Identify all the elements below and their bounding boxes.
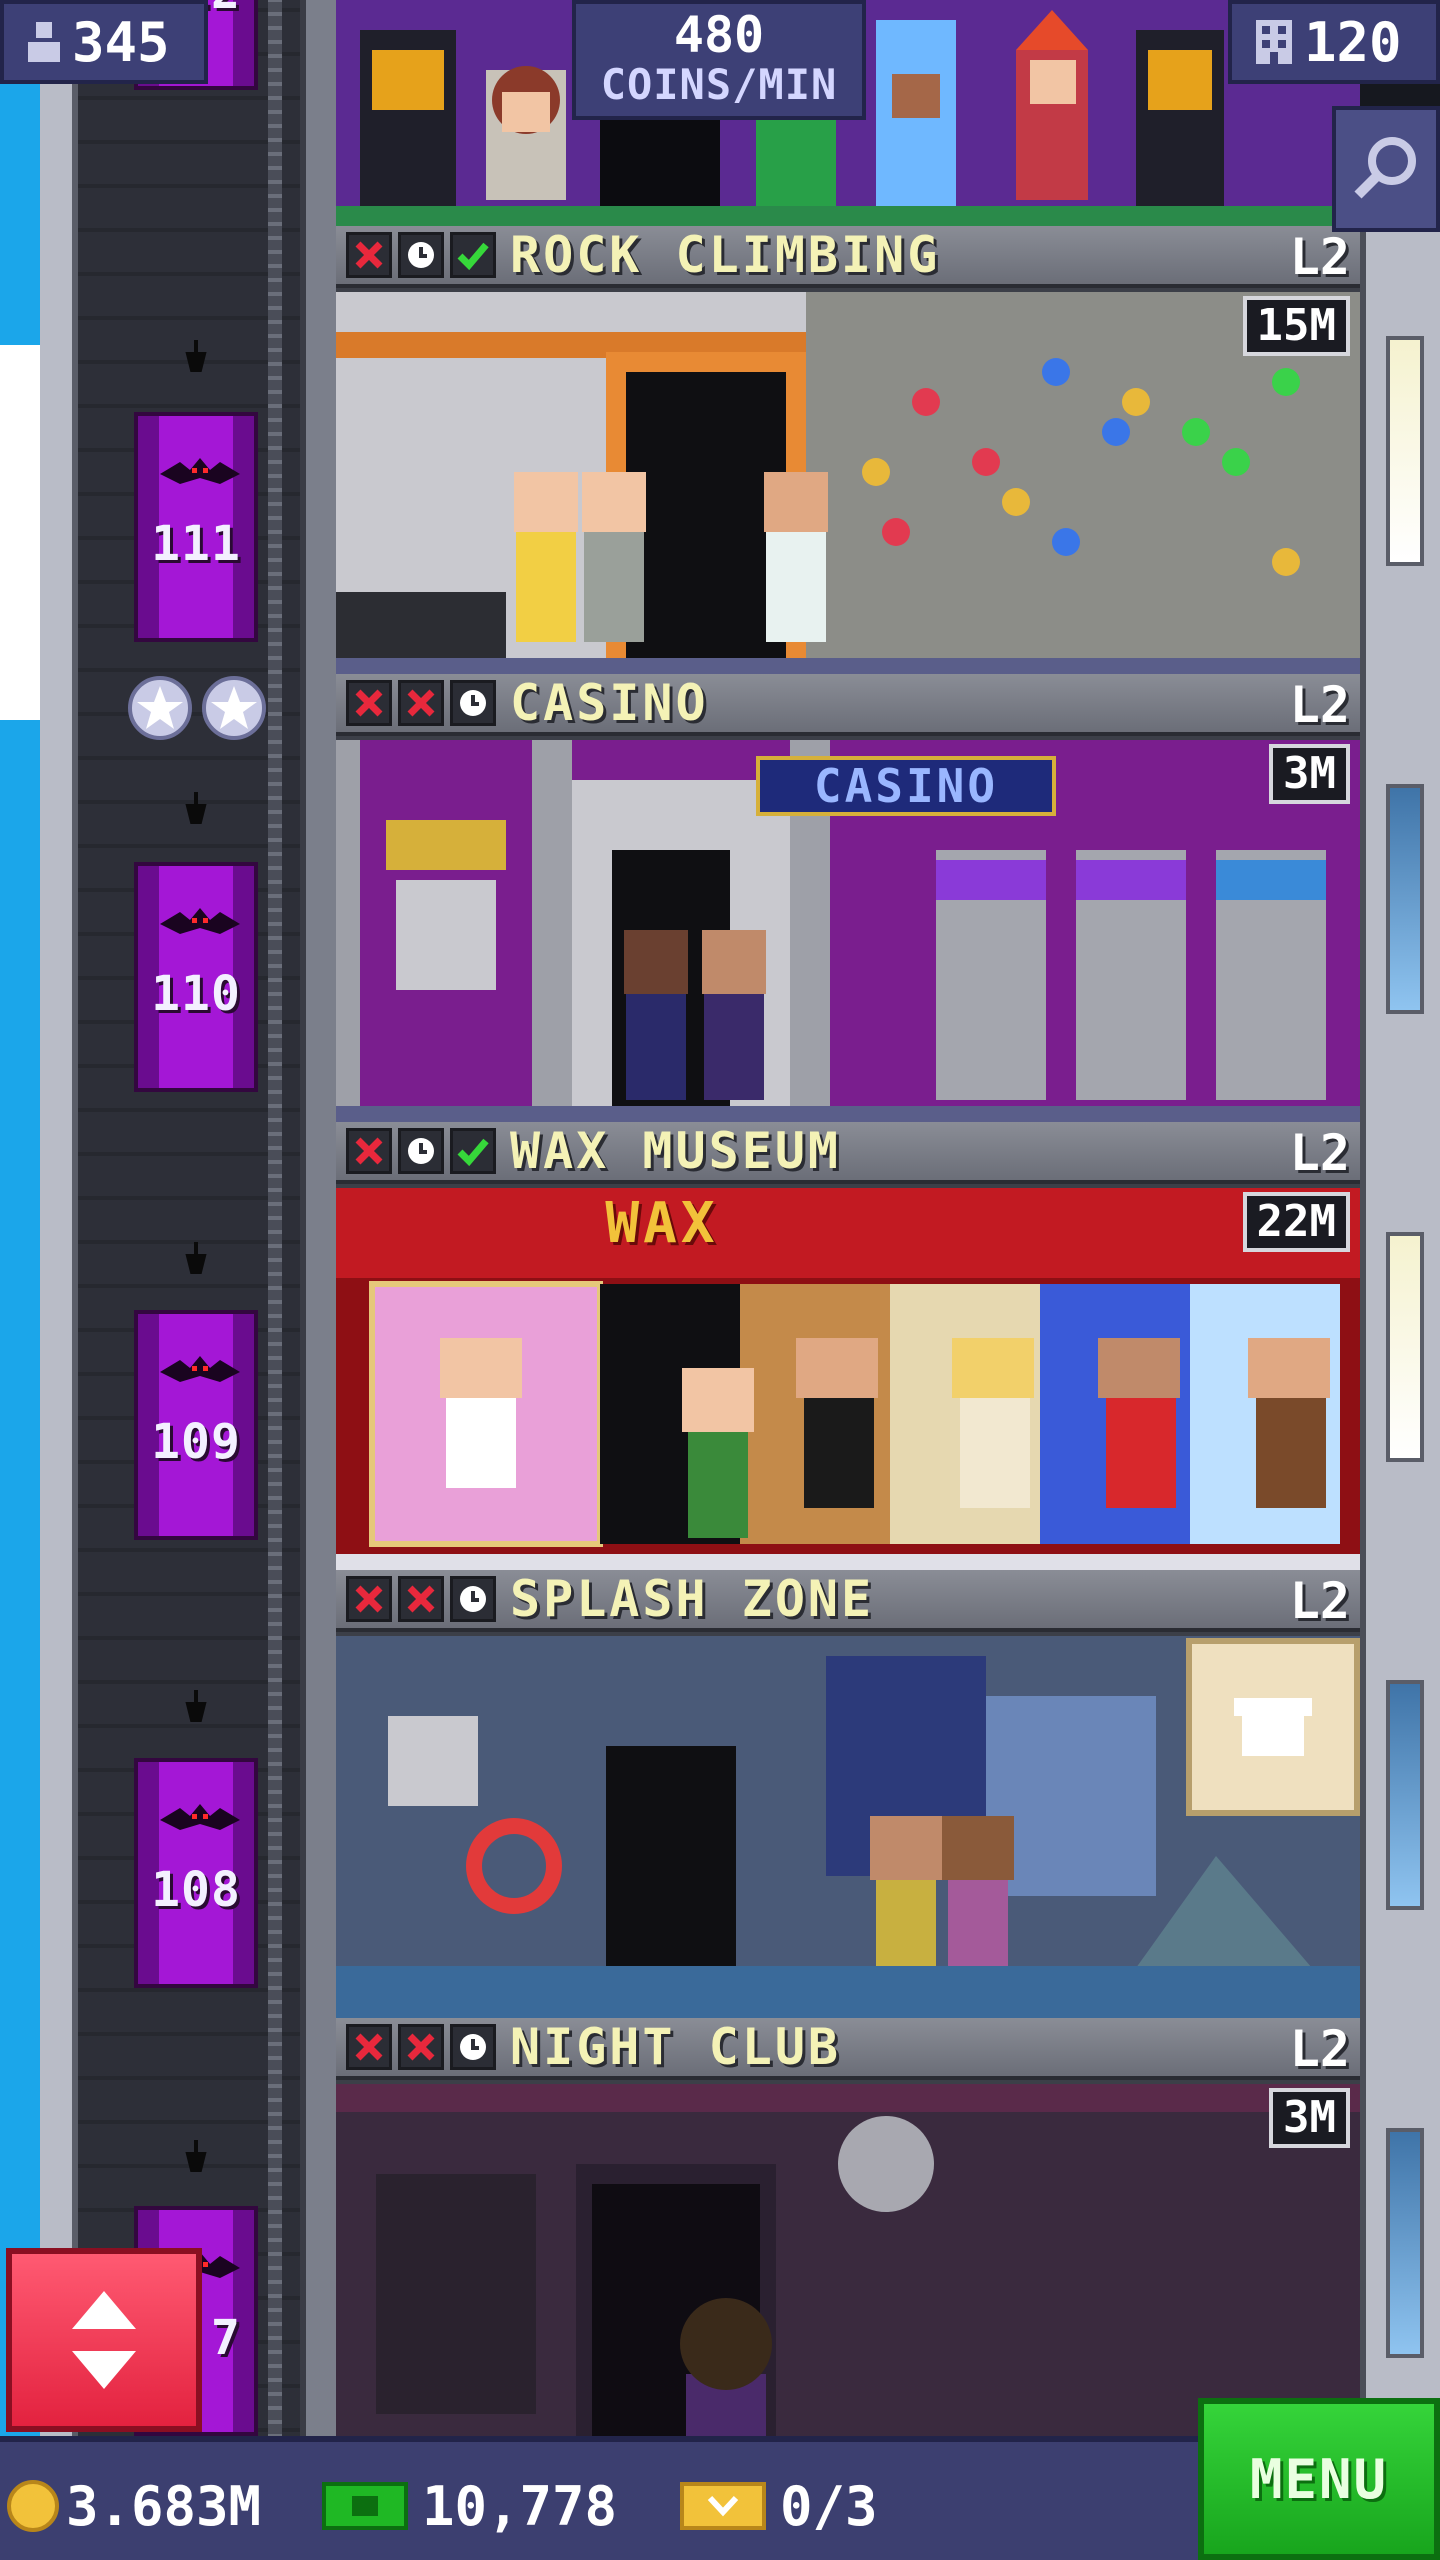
check-icon	[450, 1128, 496, 1174]
side-window	[1360, 1122, 1440, 1570]
coins-value: 3.683M	[66, 2474, 262, 2538]
room-level: L2	[1289, 676, 1350, 734]
clock-icon	[398, 232, 444, 278]
room-timer: 3M	[1269, 2088, 1350, 2148]
x-icon	[346, 680, 392, 726]
room-timer: 3M	[1269, 744, 1350, 804]
room-name: SPLASH ZONE	[510, 1570, 875, 1628]
room-timer: 15M	[1242, 296, 1350, 356]
floors-counter[interactable]: 120	[1228, 0, 1440, 84]
elevator-rail-right	[300, 0, 336, 2560]
clock-icon	[398, 1128, 444, 1174]
elevator-weight-icon	[185, 2140, 207, 2172]
room-status-icons	[346, 680, 496, 726]
elevator-rail-left	[40, 0, 78, 2560]
x-icon	[398, 1576, 444, 1622]
bux-value: 10,778	[422, 2474, 618, 2538]
elevator-door-110[interactable]: 110	[134, 862, 258, 1092]
x-icon	[398, 680, 444, 726]
room-status-icons	[346, 2024, 496, 2070]
room-name: ROCK CLIMBING	[510, 226, 941, 284]
elevator-door-111[interactable]: 111	[134, 412, 258, 642]
room-scene	[336, 292, 1360, 674]
elevator-button[interactable]	[6, 2248, 202, 2432]
menu-button[interactable]: MENU	[1198, 2398, 1440, 2560]
side-window	[1360, 1570, 1440, 2018]
sky-background	[0, 0, 40, 2560]
room-header: CASINO L2	[336, 674, 1360, 736]
bat-icon	[160, 458, 240, 484]
building-icon	[1256, 20, 1292, 64]
coins-per-min-label: COINS/MIN	[600, 60, 838, 109]
tickets-value: 0/3	[780, 2474, 878, 2538]
search-icon	[1354, 137, 1416, 199]
clock-icon	[450, 680, 496, 726]
search-button[interactable]	[1332, 106, 1440, 232]
room-header: WAX MUSEUM L2	[336, 1122, 1360, 1184]
casino-sign: CASINO	[756, 756, 1056, 816]
bat-icon	[160, 1356, 240, 1382]
ticket-icon	[680, 2482, 766, 2530]
coins-per-minute-panel: 480 COINS/MIN	[572, 0, 866, 120]
room-status-icons	[346, 1576, 496, 1622]
elevator-door-108[interactable]: 108	[134, 1758, 258, 1988]
side-window	[1360, 674, 1440, 1122]
side-window	[1360, 226, 1440, 674]
room-header: SPLASH ZONE L2	[336, 1570, 1360, 1632]
x-icon	[346, 1576, 392, 1622]
room-status-icons	[346, 232, 496, 278]
tickets-balance[interactable]: 0/3	[680, 2474, 878, 2538]
coins-balance[interactable]: 3.683M	[6, 2474, 262, 2538]
star-icon	[128, 676, 192, 740]
room-level: L2	[1289, 1572, 1350, 1630]
x-icon	[346, 1128, 392, 1174]
elevator-arrows-icon	[72, 2291, 136, 2389]
elevator-weight-icon	[185, 792, 207, 824]
residents-value: 345	[72, 10, 170, 74]
clock-icon	[450, 2024, 496, 2070]
elevator-cable	[268, 0, 282, 2560]
room-timer: 22M	[1242, 1192, 1350, 1252]
check-icon	[450, 232, 496, 278]
person-icon	[28, 22, 60, 62]
residents-counter[interactable]: 345	[0, 0, 208, 84]
coins-per-min-value: 480	[673, 6, 765, 64]
room-wax-museum[interactable]: WAX MUSEUM L2 WAX 22M	[336, 1122, 1360, 1570]
x-icon	[346, 232, 392, 278]
floor-number: 108	[151, 1862, 241, 1918]
coin-icon	[7, 2480, 59, 2532]
x-icon	[398, 2024, 444, 2070]
room-casino[interactable]: CASINO L2 CASINO 3M	[336, 674, 1360, 1122]
room-level: L2	[1289, 228, 1350, 286]
floor-number: 110	[151, 966, 241, 1022]
bux-balance[interactable]: 10,778	[322, 2474, 618, 2538]
elevator-weight-icon	[185, 1242, 207, 1274]
bux-icon	[322, 2482, 408, 2530]
x-icon	[346, 2024, 392, 2070]
elevator-door-109[interactable]: 109	[134, 1310, 258, 1540]
star-icon	[202, 676, 266, 740]
room-name: WAX MUSEUM	[510, 1122, 842, 1180]
elevator-weight-icon	[185, 1690, 207, 1722]
bat-icon	[160, 1804, 240, 1830]
floors-value: 120	[1304, 10, 1402, 74]
room-name: CASINO	[510, 674, 709, 732]
room-scene: WAX	[336, 1188, 1360, 1570]
wax-sign: WAX	[605, 1191, 719, 1256]
floor-number: 111	[151, 516, 241, 572]
room-status-icons	[346, 1128, 496, 1174]
bat-icon	[160, 908, 240, 934]
elevator-weight-icon	[185, 340, 207, 372]
floor-number: 109	[151, 1414, 241, 1470]
room-rock-climbing[interactable]: ROCK CLIMBING L2 15M	[336, 226, 1360, 674]
room-name: NIGHT CLUB	[510, 2018, 842, 2076]
room-level: L2	[1289, 1124, 1350, 1182]
room-scene: CASINO	[336, 740, 1360, 1122]
clock-icon	[450, 1576, 496, 1622]
room-level: L2	[1289, 2020, 1350, 2078]
room-header: NIGHT CLUB L2	[336, 2018, 1360, 2080]
lobby-card-icon	[1234, 1698, 1312, 1756]
lobby-card-button[interactable]	[1186, 1638, 1360, 1816]
room-header: ROCK CLIMBING L2	[336, 226, 1360, 288]
